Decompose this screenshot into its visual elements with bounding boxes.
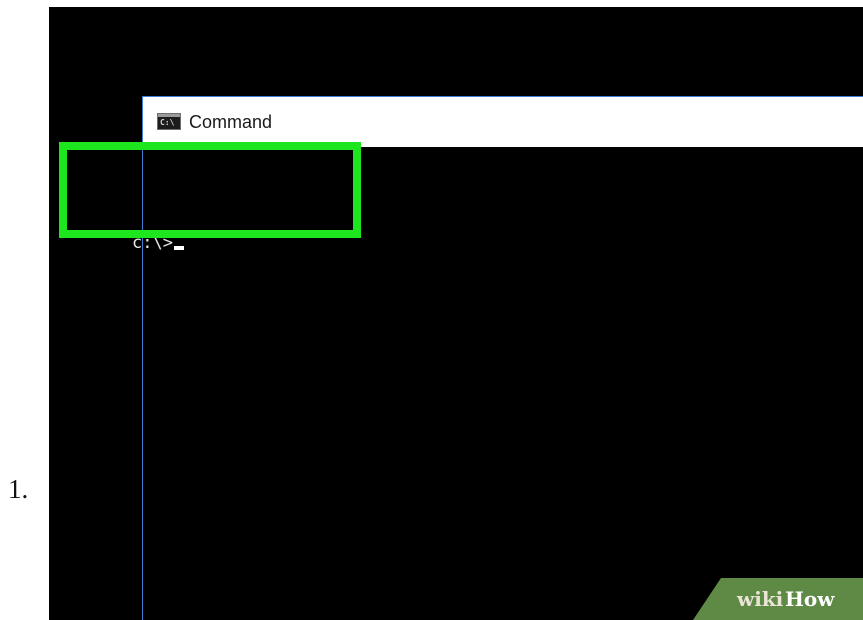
icon-glyph-text: C:\ — [160, 118, 175, 127]
watermark-how: How — [785, 587, 835, 611]
text-cursor — [173, 246, 184, 250]
screenshot-scene: C:\ Command c:\> wiki How — [49, 7, 863, 620]
command-prompt-icon: C:\ — [157, 113, 181, 130]
watermark-wiki: wiki — [737, 587, 784, 611]
highlight-box — [59, 142, 361, 238]
window-titlebar[interactable]: C:\ Command — [143, 97, 863, 147]
icon-titlebar-strip — [158, 114, 180, 117]
wikihow-watermark: wiki How — [693, 578, 863, 620]
step-number: 1. — [8, 474, 29, 504]
window-title: Command — [189, 112, 273, 132]
